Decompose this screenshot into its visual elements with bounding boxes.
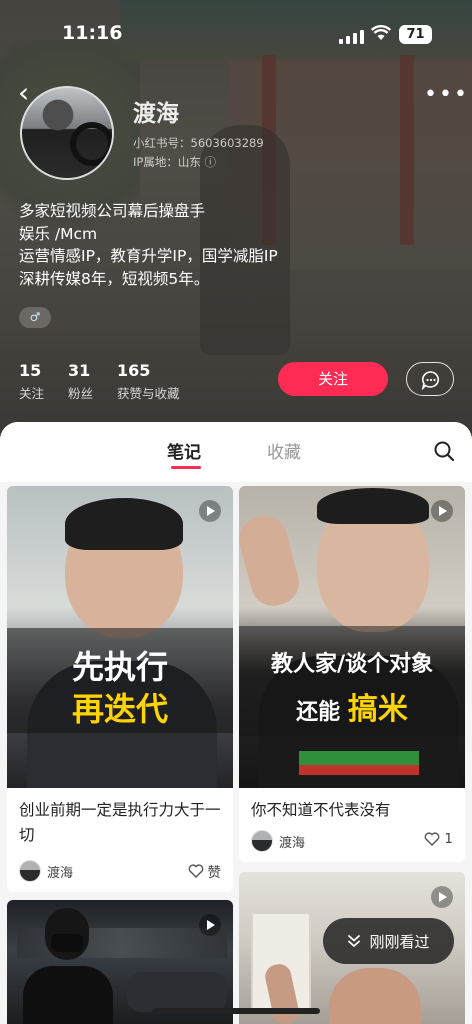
note-title: 你不知道不代表没有 [251,801,391,819]
video-caption: 先执行 [71,648,168,686]
video-caption-highlight: 搞米 [347,692,408,727]
bio-line: 娱乐 /Mcm [19,224,98,243]
like-button[interactable]: 1 [424,831,453,847]
profile-name: 渡海 [133,101,179,127]
bio-line: 深耕传媒8年，短视频5年。 [19,269,210,288]
chat-bubble-icon [421,371,440,390]
stat-followers[interactable]: 31 粉丝 [68,361,93,402]
profile-header: 11:16 71 ‹ ••• 渡海 小红书号：5603603289 IP属地：山… [0,0,472,440]
more-options-icon[interactable]: ••• [424,82,469,107]
note-title: 创业前期一定是执行力大于一切 [19,801,221,844]
author-name[interactable]: 渡海 [279,832,305,851]
profile-avatar[interactable] [20,86,114,180]
search-icon[interactable] [433,440,455,462]
tab-indicator [171,466,201,469]
stat-following[interactable]: 15 关注 [19,361,44,402]
video-play-icon [431,500,453,522]
note-card[interactable]: 教人家/谈个对象 还能 搞米 你不知道不代表没有 渡海 1 [239,486,465,862]
note-card[interactable]: 先执行 再迭代 创业前期一定是执行力大于一切 渡海 赞 [7,486,233,892]
cellular-signal-icon [339,30,364,44]
profile-stats: 15 关注 31 粉丝 165 获赞与收藏 [19,361,180,402]
note-thumbnail [7,900,233,1024]
author-avatar[interactable] [19,860,41,882]
gender-male-icon: ♂ [19,307,51,328]
heart-icon [188,864,203,878]
video-play-icon [431,886,453,908]
tab-notes[interactable]: 笔记 [167,438,201,463]
note-thumbnail: 先执行 再迭代 [7,486,233,788]
author-name[interactable]: 渡海 [47,862,73,881]
battery-icon: 71 [399,25,432,44]
video-play-icon [199,500,221,522]
ip-location[interactable]: IP属地：山东 ⓘ [133,154,216,170]
like-button[interactable]: 赞 [188,861,221,881]
video-play-icon [199,914,221,936]
author-avatar[interactable] [251,830,273,852]
video-caption: 教人家/谈个对象 [270,652,434,677]
double-chevron-down-icon [348,935,361,947]
recently-viewed-button[interactable]: 刚刚看过 [323,918,454,964]
bio-line: 多家短视频公司幕后操盘手 [19,202,206,220]
heart-icon [425,832,440,846]
bio-line: 运营情感IP，教育升学IP，国学减脂IP [19,247,278,265]
note-thumbnail: 教人家/谈个对象 还能 搞米 [239,486,465,788]
note-card[interactable] [7,900,233,1024]
home-indicator [152,1008,320,1014]
tab-collections[interactable]: 收藏 [267,438,301,463]
follow-button[interactable]: 关注 [278,362,388,396]
message-button[interactable] [406,362,454,396]
status-bar: 11:16 71 [0,22,472,48]
profile-bio: 多家短视频公司幕后操盘手 娱乐 /Mcm 运营情感IP，教育升学IP，国学减脂I… [19,200,278,290]
video-caption-line: 还能 搞米 [296,692,408,727]
status-time: 11:16 [62,22,123,44]
red-id[interactable]: 小红书号：5603603289 [133,135,264,151]
stat-likes-collections[interactable]: 165 获赞与收藏 [117,361,180,402]
tab-bar: 笔记 收藏 [0,422,472,482]
video-caption-highlight: 再迭代 [71,690,168,728]
wifi-icon [371,25,391,40]
info-icon: ⓘ [204,155,216,169]
